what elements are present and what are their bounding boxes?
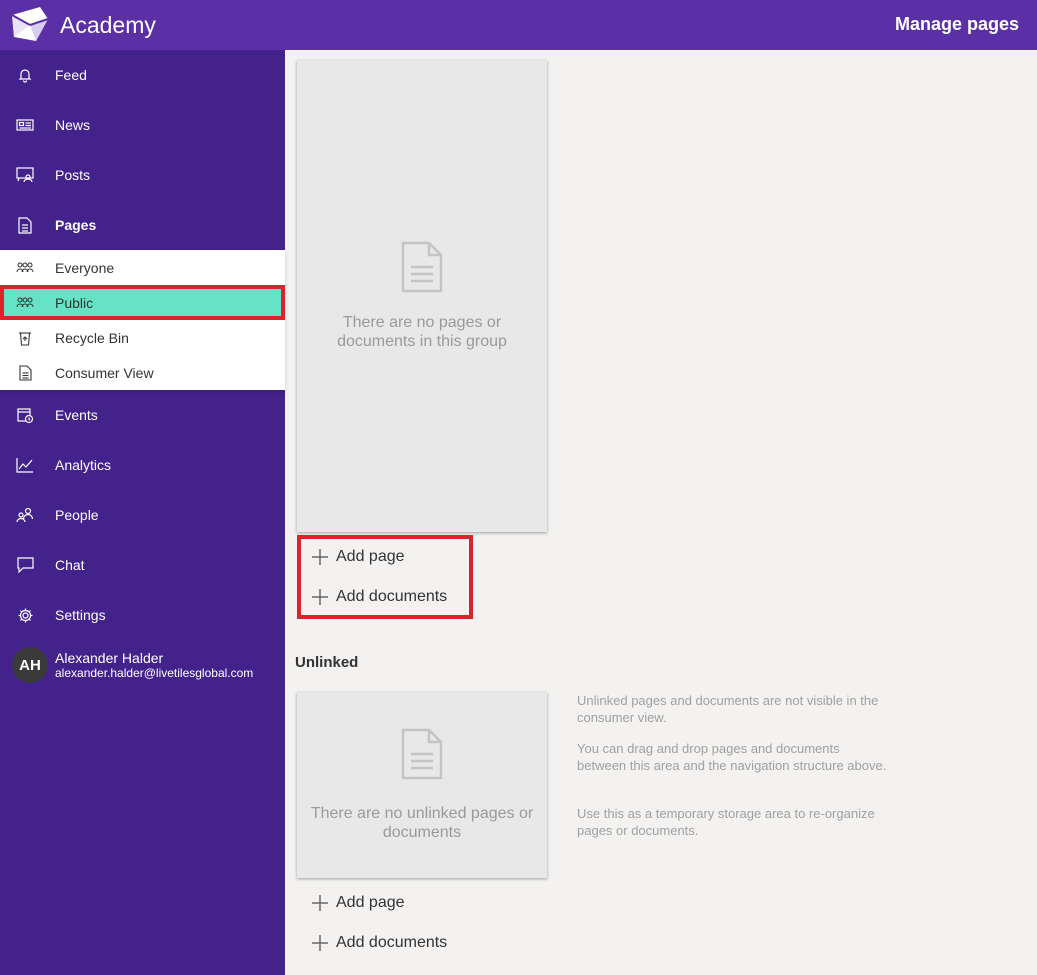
academy-logo-icon[interactable] — [10, 5, 50, 45]
add-page-button[interactable]: Add page — [312, 548, 405, 566]
sidebar-item-label: Pages — [55, 217, 97, 233]
brand-name: Academy — [60, 11, 156, 38]
group-empty-text: There are no pages or documents in this … — [337, 314, 507, 350]
subnav-item-label: Consumer View — [55, 364, 154, 381]
sidebar-item-settings[interactable]: Settings — [0, 590, 285, 640]
unlinked-add-page-button[interactable]: Add page — [312, 894, 405, 912]
user-name: Alexander Halder — [55, 650, 164, 666]
sidebar-item-feed[interactable]: Feed — [0, 50, 285, 100]
sidebar-item-analytics[interactable]: Analytics — [0, 440, 285, 490]
sidebar-item-people[interactable]: People — [0, 490, 285, 540]
empty-document-icon — [401, 728, 443, 780]
user-profile[interactable]: AH Alexander Halder alexander.halder@liv… — [0, 640, 285, 690]
sidebar-item-label: Posts — [55, 167, 91, 183]
subnav-item-label: Recycle Bin — [55, 329, 129, 346]
plus-icon — [312, 589, 328, 605]
sidebar: Feed News Posts Pages Everyone Public Re… — [0, 50, 285, 975]
chart-icon — [15, 455, 35, 475]
sidebar-item-events[interactable]: Events — [0, 390, 285, 440]
subnav-item-public[interactable]: Public — [0, 285, 285, 320]
unlinked-info-2: You can drag and drop pages and document… — [577, 741, 887, 773]
plus-icon — [312, 549, 328, 565]
unlinked-drop-card[interactable]: There are no unlinked pages or documents — [297, 692, 547, 878]
sidebar-item-label: People — [55, 507, 99, 523]
unlinked-empty-text: There are no unlinked pages or documents — [310, 805, 534, 841]
unlinked-info-3: Use this as a temporary storage area to … — [577, 806, 875, 838]
recycle-bin-icon — [15, 328, 35, 348]
chat-icon — [15, 555, 35, 575]
newspaper-icon — [15, 115, 35, 135]
calendar-icon — [15, 405, 35, 425]
subnav-item-label: Public — [55, 294, 94, 311]
user-info: Alexander Halder alexander.halder@liveti… — [55, 650, 253, 680]
gear-icon — [15, 605, 35, 625]
sidebar-item-pages[interactable]: Pages — [0, 200, 285, 250]
empty-document-icon — [401, 241, 443, 293]
group-drop-card[interactable]: There are no pages or documents in this … — [297, 60, 547, 532]
bell-icon — [15, 65, 35, 85]
sidebar-item-chat[interactable]: Chat — [0, 540, 285, 590]
people-icon — [15, 505, 35, 525]
page-title: Manage pages — [894, 14, 1019, 34]
sidebar-item-news[interactable]: News — [0, 100, 285, 150]
sidebar-item-label: Feed — [55, 67, 87, 83]
sidebar-item-label: Chat — [55, 557, 85, 573]
add-documents-label: Add documents — [336, 588, 448, 605]
add-documents-label: Add documents — [336, 934, 448, 951]
subnav-item-consumer-view[interactable]: Consumer View — [0, 355, 285, 390]
add-page-label: Add page — [336, 894, 405, 911]
plus-icon — [312, 935, 328, 951]
sidebar-item-posts[interactable]: Posts — [0, 150, 285, 200]
add-documents-button[interactable]: Add documents — [312, 588, 447, 606]
page-icon — [15, 215, 35, 235]
top-bar: Academy Manage pages — [0, 0, 1037, 50]
group-icon — [15, 258, 35, 278]
user-email: alexander.halder@livetilesglobal.com — [55, 666, 254, 680]
sidebar-item-label: Events — [55, 407, 98, 423]
sidebar-item-label: Analytics — [55, 457, 112, 473]
sidebar-item-label: News — [55, 117, 91, 133]
avatar: AH — [12, 647, 48, 683]
unlinked-info-1: Unlinked pages and documents are not vis… — [577, 693, 879, 725]
pages-subnav: Everyone Public Recycle Bin Consumer Vie… — [0, 250, 285, 390]
posts-icon — [15, 165, 35, 185]
add-page-label: Add page — [336, 548, 405, 565]
unlinked-add-documents-button[interactable]: Add documents — [312, 934, 447, 952]
subnav-item-recycle-bin[interactable]: Recycle Bin — [0, 320, 285, 355]
plus-icon — [312, 895, 328, 911]
group-icon — [15, 293, 35, 313]
unlinked-title: Unlinked — [295, 654, 359, 671]
subnav-item-label: Everyone — [55, 259, 115, 276]
subnav-item-everyone[interactable]: Everyone — [0, 250, 285, 285]
document-icon — [15, 363, 35, 383]
sidebar-item-label: Settings — [55, 607, 106, 623]
